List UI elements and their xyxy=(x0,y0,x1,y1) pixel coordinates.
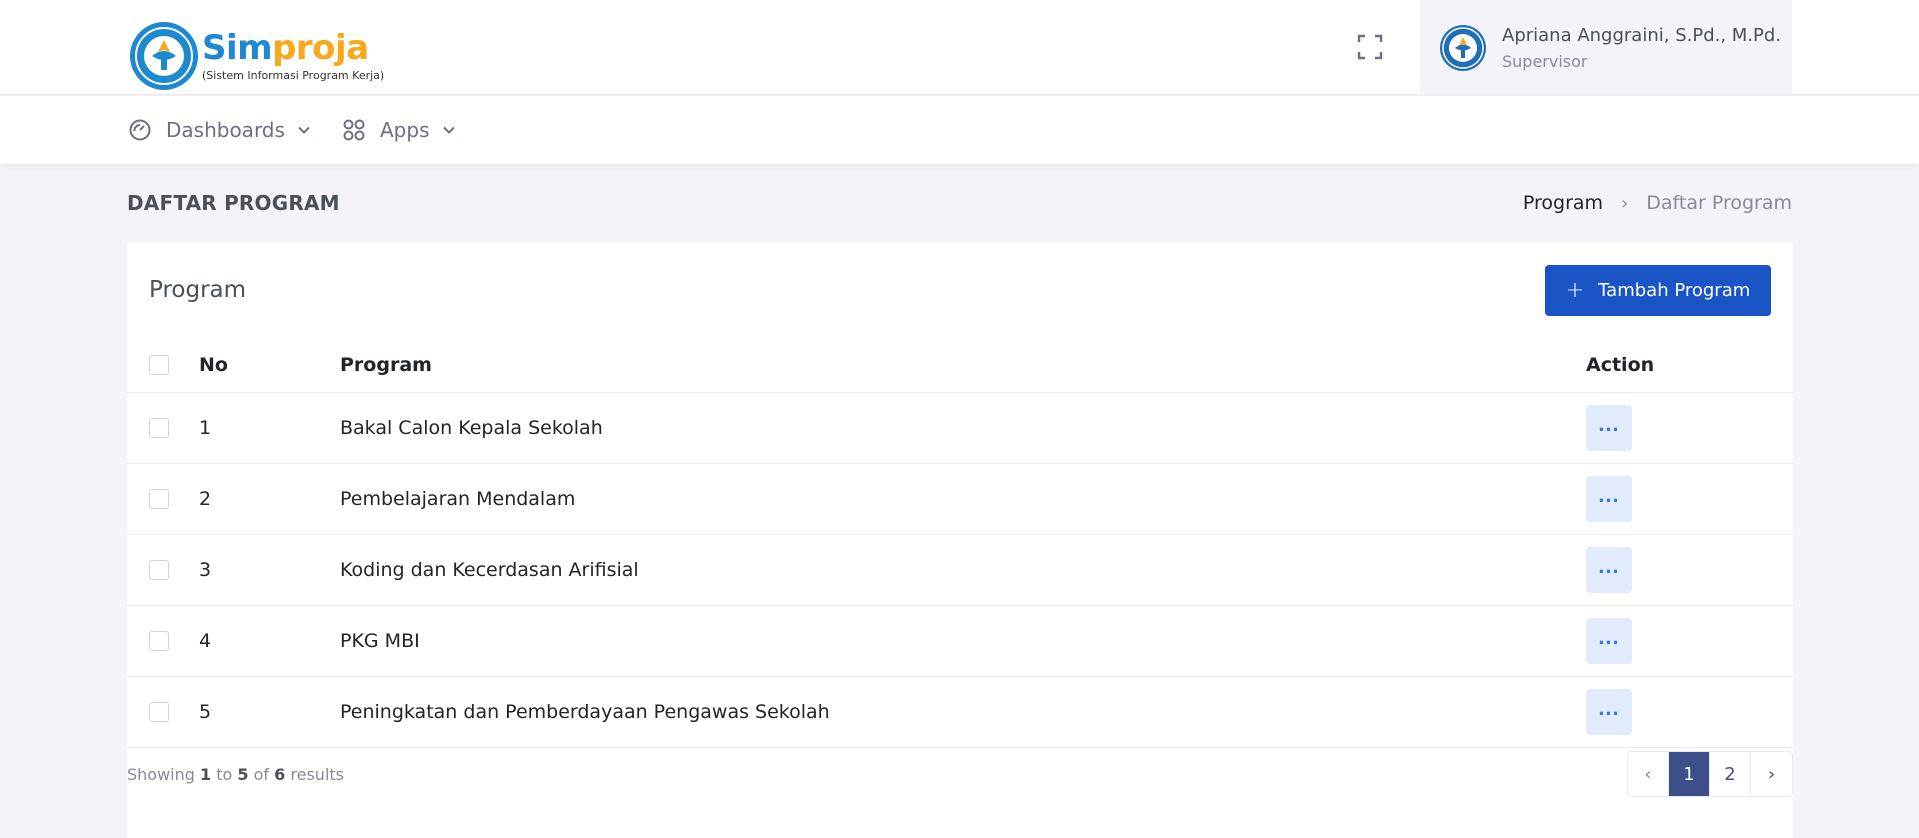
row-action-button[interactable]: ... xyxy=(1586,617,1632,664)
row-program: Peningkatan dan Pemberdayaan Pengawas Se… xyxy=(340,700,830,723)
results-summary: Showing 1 to 5 of 6 results xyxy=(127,765,344,784)
chevron-down-icon xyxy=(442,126,455,134)
row-checkbox[interactable] xyxy=(149,702,169,722)
row-action-button[interactable]: ... xyxy=(1586,404,1632,451)
row-action-button[interactable]: ... xyxy=(1586,546,1632,593)
logo-title: Simproja xyxy=(202,31,384,65)
row-no: 4 xyxy=(199,629,212,652)
program-table: No Program Action 1 Bakal Calon Kepala S… xyxy=(127,338,1793,748)
breadcrumb-daftar-program: Daftar Program xyxy=(1646,192,1792,214)
pagination-prev[interactable]: ‹ xyxy=(1628,752,1669,796)
logo-subtitle: (Sistem Informasi Program Kerja) xyxy=(202,68,385,82)
row-checkbox[interactable] xyxy=(149,489,169,509)
pagination-page-2[interactable]: 2 xyxy=(1710,752,1751,796)
results-to: 5 xyxy=(237,765,249,784)
nav-apps-label: Apps xyxy=(380,118,430,142)
row-program: Pembelajaran Mendalam xyxy=(340,487,576,510)
nav-dashboards[interactable]: Dashboards xyxy=(128,96,311,164)
add-program-label: Tambah Program xyxy=(1598,280,1751,301)
nav-dashboards-label: Dashboards xyxy=(166,118,285,142)
chevron-down-icon xyxy=(298,126,310,134)
user-name: Apriana Anggraini, S.Pd., M.Pd. xyxy=(1502,24,1782,46)
user-profile-dropdown[interactable]: Apriana Anggraini, S.Pd., M.Pd. Supervis… xyxy=(1420,0,1792,95)
more-horizontal-icon: ... xyxy=(1598,623,1620,649)
row-program: PKG MBI xyxy=(340,629,420,652)
more-horizontal-icon: ... xyxy=(1598,481,1620,507)
pagination-page-1[interactable]: 1 xyxy=(1669,752,1710,796)
apps-grid-icon xyxy=(343,119,365,141)
main-nav: Dashboards Apps xyxy=(0,96,1919,164)
results-total: 6 xyxy=(274,765,286,784)
add-program-button[interactable]: + Tambah Program xyxy=(1545,265,1771,316)
table-row: 1 Bakal Calon Kepala Sekolah ... xyxy=(127,392,1793,463)
logo-title-sim: Sim xyxy=(202,27,273,68)
chevron-right-icon: › xyxy=(1621,192,1629,214)
row-program: Bakal Calon Kepala Sekolah xyxy=(340,416,603,439)
plus-icon: + xyxy=(1565,278,1585,303)
top-header: Simproja (Sistem Informasi Program Kerja… xyxy=(0,0,1919,95)
row-checkbox[interactable] xyxy=(149,418,169,438)
row-no: 1 xyxy=(199,416,212,439)
of-label: of xyxy=(253,765,270,784)
program-card: Program + Tambah Program No Program Acti… xyxy=(127,243,1793,838)
row-checkbox[interactable] xyxy=(149,631,169,651)
more-horizontal-icon: ... xyxy=(1598,410,1620,436)
pagination: ‹ 1 2 › xyxy=(1627,751,1793,797)
table-row: 2 Pembelajaran Mendalam ... xyxy=(127,463,1793,534)
to-label: to xyxy=(216,765,233,784)
table-row: 5 Peningkatan dan Pemberdayaan Pengawas … xyxy=(127,676,1793,747)
table-row: 4 PKG MBI ... xyxy=(127,605,1793,676)
results-label: results xyxy=(290,765,344,784)
row-no: 2 xyxy=(199,487,212,510)
page-title: DAFTAR PROGRAM xyxy=(127,191,340,215)
row-checkbox[interactable] xyxy=(149,560,169,580)
showing-label: Showing xyxy=(127,765,195,784)
more-horizontal-icon: ... xyxy=(1598,694,1620,720)
logo-title-proja: proja xyxy=(272,27,369,68)
dashboard-gauge-icon xyxy=(129,119,151,141)
breadcrumb: Program › Daftar Program xyxy=(1523,192,1792,214)
breadcrumb-program[interactable]: Program xyxy=(1523,192,1603,214)
row-no: 3 xyxy=(199,558,212,581)
fullscreen-icon[interactable] xyxy=(1356,33,1384,61)
column-header-no: No xyxy=(199,353,228,376)
table-footer: Showing 1 to 5 of 6 results ‹ 1 2 › xyxy=(127,751,1793,799)
row-program: Koding dan Kecerdasan Arifisial xyxy=(340,558,639,581)
row-no: 5 xyxy=(199,700,212,723)
card-title: Program xyxy=(149,277,247,303)
table-header-row: No Program Action xyxy=(127,338,1793,392)
row-action-button[interactable]: ... xyxy=(1586,688,1632,735)
column-header-program: Program xyxy=(340,353,432,376)
avatar xyxy=(1440,24,1486,71)
table-row: 3 Koding dan Kecerdasan Arifisial ... xyxy=(127,534,1793,605)
row-action-button[interactable]: ... xyxy=(1586,475,1632,522)
tut-wuri-emblem-icon xyxy=(130,22,198,90)
more-horizontal-icon: ... xyxy=(1598,552,1620,578)
column-header-action: Action xyxy=(1586,353,1655,376)
app-logo[interactable]: Simproja (Sistem Informasi Program Kerja… xyxy=(130,22,384,90)
results-from: 1 xyxy=(200,765,212,784)
select-all-checkbox[interactable] xyxy=(149,355,169,376)
nav-apps[interactable]: Apps xyxy=(342,96,456,164)
user-role: Supervisor xyxy=(1502,51,1588,71)
pagination-next[interactable]: › xyxy=(1751,752,1792,796)
